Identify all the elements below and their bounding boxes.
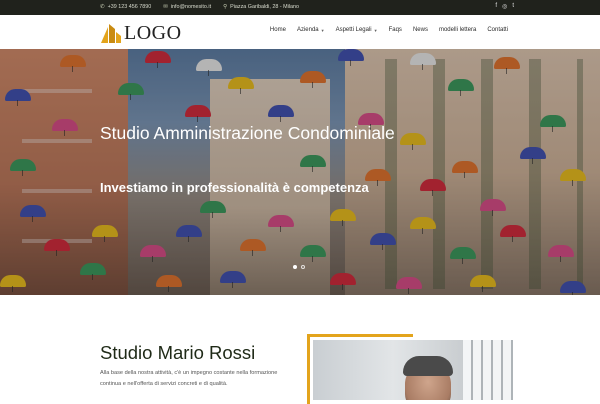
profile-photo: [313, 340, 513, 400]
hero-subtitle: Investiamo in professionalità è competen…: [100, 180, 369, 195]
hero-overlay: [0, 49, 600, 295]
address-contact: ⚲ Piazza Garibaldi, 28 - Milano: [223, 4, 299, 10]
phone-icon: ✆: [100, 4, 105, 10]
nav-item-label: Home: [269, 27, 286, 33]
slider-dot-2[interactable]: [301, 265, 305, 269]
top-info-bar: ✆ +39 123 456 7890 ✉ info@nomesito.it ⚲ Pia…: [0, 0, 600, 15]
intro-title: Studio Mario Rossi: [100, 342, 256, 363]
hero-slider[interactable]: Studio Amministrazione Condominiale Inve…: [0, 49, 600, 295]
chevron-down-icon: ▼: [320, 27, 325, 33]
instagram-icon[interactable]: ◎: [502, 3, 507, 10]
nav-item-azienda[interactable]: Azienda ▼: [297, 27, 325, 33]
nav-item-label: Faqs: [388, 27, 402, 33]
nav-item-modelli-lettera[interactable]: modelli lettera: [439, 27, 476, 33]
site-logo[interactable]: LOGO: [100, 21, 182, 43]
main-navigation: Home Azienda ▼ Aspetti Legali ▼ Faqs News …: [270, 27, 508, 33]
photo-person-hair: [403, 356, 453, 376]
slider-pagination: [293, 265, 305, 269]
email-text: info@nomesito.it: [170, 4, 212, 10]
nav-item-aspetti-legali[interactable]: Aspetti Legali ▼: [336, 27, 378, 33]
hero-title: Studio Amministrazione Condominiale: [100, 123, 395, 143]
photo-window: [463, 340, 513, 400]
location-pin-icon: ⚲: [223, 4, 228, 10]
nav-item-label: Azienda: [296, 27, 319, 33]
nav-item-home[interactable]: Home: [270, 27, 286, 33]
contact-info: ✆ +39 123 456 7890 ✉ info@nomesito.it ⚲ Pia…: [100, 4, 299, 10]
nav-item-label: News: [412, 27, 428, 33]
social-links: f ◎ t: [495, 3, 514, 10]
email-contact[interactable]: ✉ info@nomesito.it: [163, 4, 211, 10]
phone-contact[interactable]: ✆ +39 123 456 7890: [100, 4, 151, 10]
nav-item-faqs[interactable]: Faqs: [389, 27, 402, 33]
nav-item-label: modelli lettera: [438, 27, 477, 33]
phone-text: +39 123 456 7890: [107, 4, 152, 10]
nav-item-news[interactable]: News: [413, 27, 428, 33]
logo-text: LOGO: [124, 22, 182, 44]
nav-item-contatti[interactable]: Contatti: [487, 27, 508, 33]
slider-dot-1[interactable]: [293, 265, 297, 269]
intro-section: Studio Mario Rossi Alla base della nostr…: [0, 295, 600, 404]
address-text: Piazza Garibaldi, 28 - Milano: [230, 4, 300, 10]
twitter-icon[interactable]: t: [512, 3, 514, 10]
logo-building-icon: [101, 24, 121, 43]
nav-item-label: Aspetti Legali: [335, 27, 372, 33]
mail-icon: ✉: [163, 4, 168, 10]
nav-item-label: Contatti: [487, 27, 508, 33]
main-header: LOGO Home Azienda ▼ Aspetti Legali ▼ Faqs …: [0, 15, 600, 49]
intro-text: Alla base della nostra attività, c'è un …: [100, 370, 278, 387]
facebook-icon[interactable]: f: [495, 3, 497, 10]
chevron-down-icon: ▼: [373, 27, 378, 33]
